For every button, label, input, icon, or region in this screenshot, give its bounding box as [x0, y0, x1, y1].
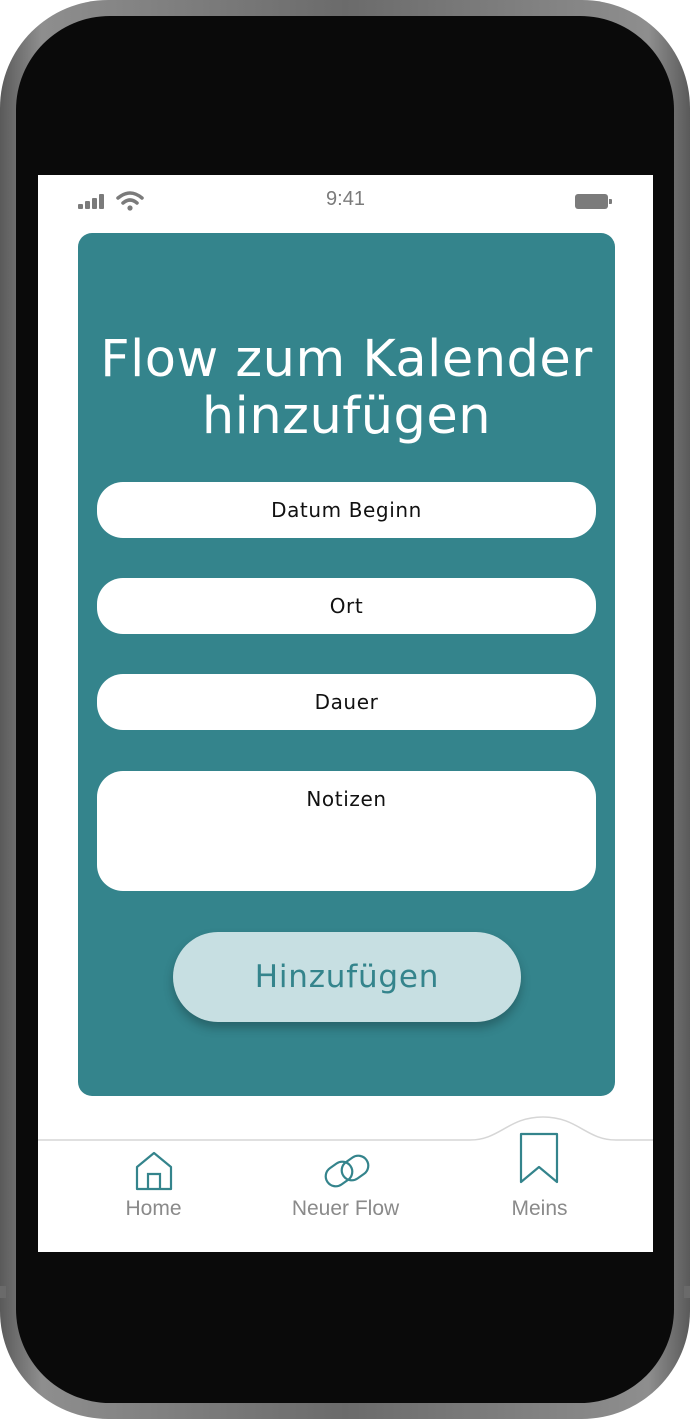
battery-icon: [575, 194, 612, 209]
tab-new-flow[interactable]: Neuer Flow: [243, 1140, 448, 1252]
home-icon: [135, 1151, 173, 1191]
add-button[interactable]: Hinzufügen: [173, 932, 521, 1022]
status-bar: 9:41: [38, 175, 653, 225]
page-title-line2: hinzufügen: [201, 387, 492, 446]
notes-field[interactable]: Notizen: [97, 771, 596, 891]
tab-new-flow-label: Neuer Flow: [291, 1197, 400, 1220]
tab-mine[interactable]: Meins: [437, 1132, 642, 1252]
link-icon: [324, 1154, 370, 1188]
page-title: Flow zum Kalender hinzufügen: [78, 331, 615, 445]
date-start-field[interactable]: Datum Beginn: [97, 482, 596, 538]
bottom-tab-bar: Home Neuer Flow Meins: [38, 1116, 653, 1252]
app-screen: 9:41 Flow zum Kalender hinzufügen Datum …: [38, 175, 653, 1252]
location-field[interactable]: Ort: [97, 578, 596, 634]
page-title-line1: Flow zum Kalender: [100, 330, 593, 389]
duration-field[interactable]: Dauer: [97, 674, 596, 730]
bookmark-icon: [519, 1132, 559, 1184]
tab-mine-label: Meins: [511, 1197, 568, 1220]
tab-home[interactable]: Home: [51, 1140, 256, 1252]
add-flow-card: Flow zum Kalender hinzufügen Datum Begin…: [78, 233, 615, 1096]
status-time: 9:41: [326, 188, 365, 210]
tab-home-label: Home: [125, 1197, 182, 1220]
